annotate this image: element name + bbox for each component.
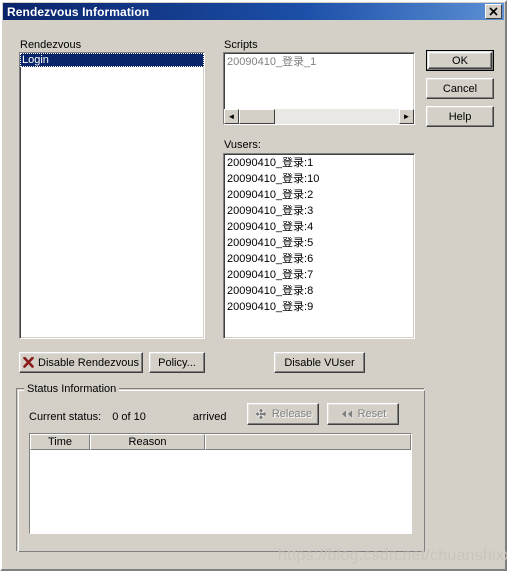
disable-rendezvous-button[interactable]: Disable Rendezvous [19, 352, 143, 373]
ok-button[interactable]: OK [426, 50, 494, 71]
list-item[interactable]: Login [20, 53, 204, 67]
list-item[interactable]: 20090410_登录:4 [224, 219, 414, 235]
status-table[interactable]: Time Reason [29, 433, 412, 534]
list-item[interactable]: 20090410_登录:8 [224, 283, 414, 299]
list-item[interactable]: 20090410_登录:9 [224, 299, 414, 315]
rendezvous-listbox[interactable]: Login [19, 52, 205, 339]
window-title: Rendezvous Information [7, 4, 150, 19]
close-glyph [489, 7, 498, 16]
scrollbar-thumb[interactable] [239, 109, 275, 124]
disable-vuser-label: Disable VUser [284, 356, 355, 369]
double-left-arrow-glyph [340, 408, 353, 420]
list-item[interactable]: 20090410_登录:6 [224, 251, 414, 267]
title-bar: Rendezvous Information [3, 3, 504, 20]
current-status-row: Current status: 0 of 10 arrived [29, 411, 227, 423]
double-left-arrow-icon [340, 408, 354, 420]
scroll-right-icon[interactable]: ► [399, 109, 414, 124]
scroll-left-icon[interactable]: ◄ [224, 109, 239, 124]
list-item[interactable]: 20090410_登录:1 [224, 155, 414, 171]
column-header-time[interactable]: Time [30, 434, 90, 450]
scripts-value: 20090410_登录_1 [227, 56, 317, 68]
policy-button-label: Policy... [158, 356, 196, 369]
status-table-body [30, 450, 411, 533]
reset-button[interactable]: Reset [327, 403, 399, 425]
column-header-blank[interactable] [205, 434, 411, 450]
rendezvous-information-dialog: Rendezvous Information Rendezvous Login … [0, 0, 507, 571]
current-status-label: Current status: [29, 411, 102, 423]
help-button-label: Help [448, 110, 472, 123]
current-status-count: 0 of 10 [112, 411, 146, 423]
help-button[interactable]: Help [426, 106, 494, 127]
cancel-button[interactable]: Cancel [426, 78, 494, 99]
cancel-button-label: Cancel [442, 82, 478, 95]
red-x-icon [23, 357, 34, 368]
release-button[interactable]: Release [247, 403, 319, 425]
four-way-arrow-glyph [254, 407, 268, 421]
policy-button[interactable]: Policy... [149, 352, 205, 373]
list-item[interactable]: 20090410_登录:5 [224, 235, 414, 251]
list-item[interactable]: 20090410_登录:3 [224, 203, 414, 219]
red-x-glyph [23, 357, 34, 368]
current-status-arrived: arrived [192, 411, 227, 423]
release-button-label: Release [271, 408, 313, 420]
vusers-listbox[interactable]: 20090410_登录:1 20090410_登录:10 20090410_登录… [223, 153, 415, 339]
vusers-label: Vusers: [224, 139, 261, 151]
list-item[interactable]: 20090410_登录:7 [224, 267, 414, 283]
list-item[interactable]: 20090410_登录:2 [224, 187, 414, 203]
scripts-horizontal-scrollbar[interactable]: ◄ ► [224, 109, 414, 124]
close-icon[interactable] [485, 4, 502, 19]
scrollbar-track[interactable] [275, 109, 399, 124]
watermark-text: https://blog.csdn.net/chuanshixx [278, 547, 507, 564]
reset-button-label: Reset [357, 408, 387, 420]
status-information-title: Status Information [24, 383, 120, 395]
four-way-arrow-icon [254, 407, 268, 421]
ok-button-label: OK [452, 54, 468, 67]
status-table-header: Time Reason [30, 434, 411, 450]
rendezvous-label: Rendezvous [20, 39, 82, 51]
disable-vuser-button[interactable]: Disable VUser [274, 352, 365, 373]
column-header-reason[interactable]: Reason [90, 434, 205, 450]
list-item[interactable]: 20090410_登录:10 [224, 171, 414, 187]
disable-rendezvous-label: Disable Rendezvous [38, 356, 139, 369]
scripts-label: Scripts [224, 39, 258, 51]
ok-button-inner: OK [428, 52, 492, 69]
scripts-box[interactable]: 20090410_登录_1 ◄ ► [223, 52, 415, 125]
